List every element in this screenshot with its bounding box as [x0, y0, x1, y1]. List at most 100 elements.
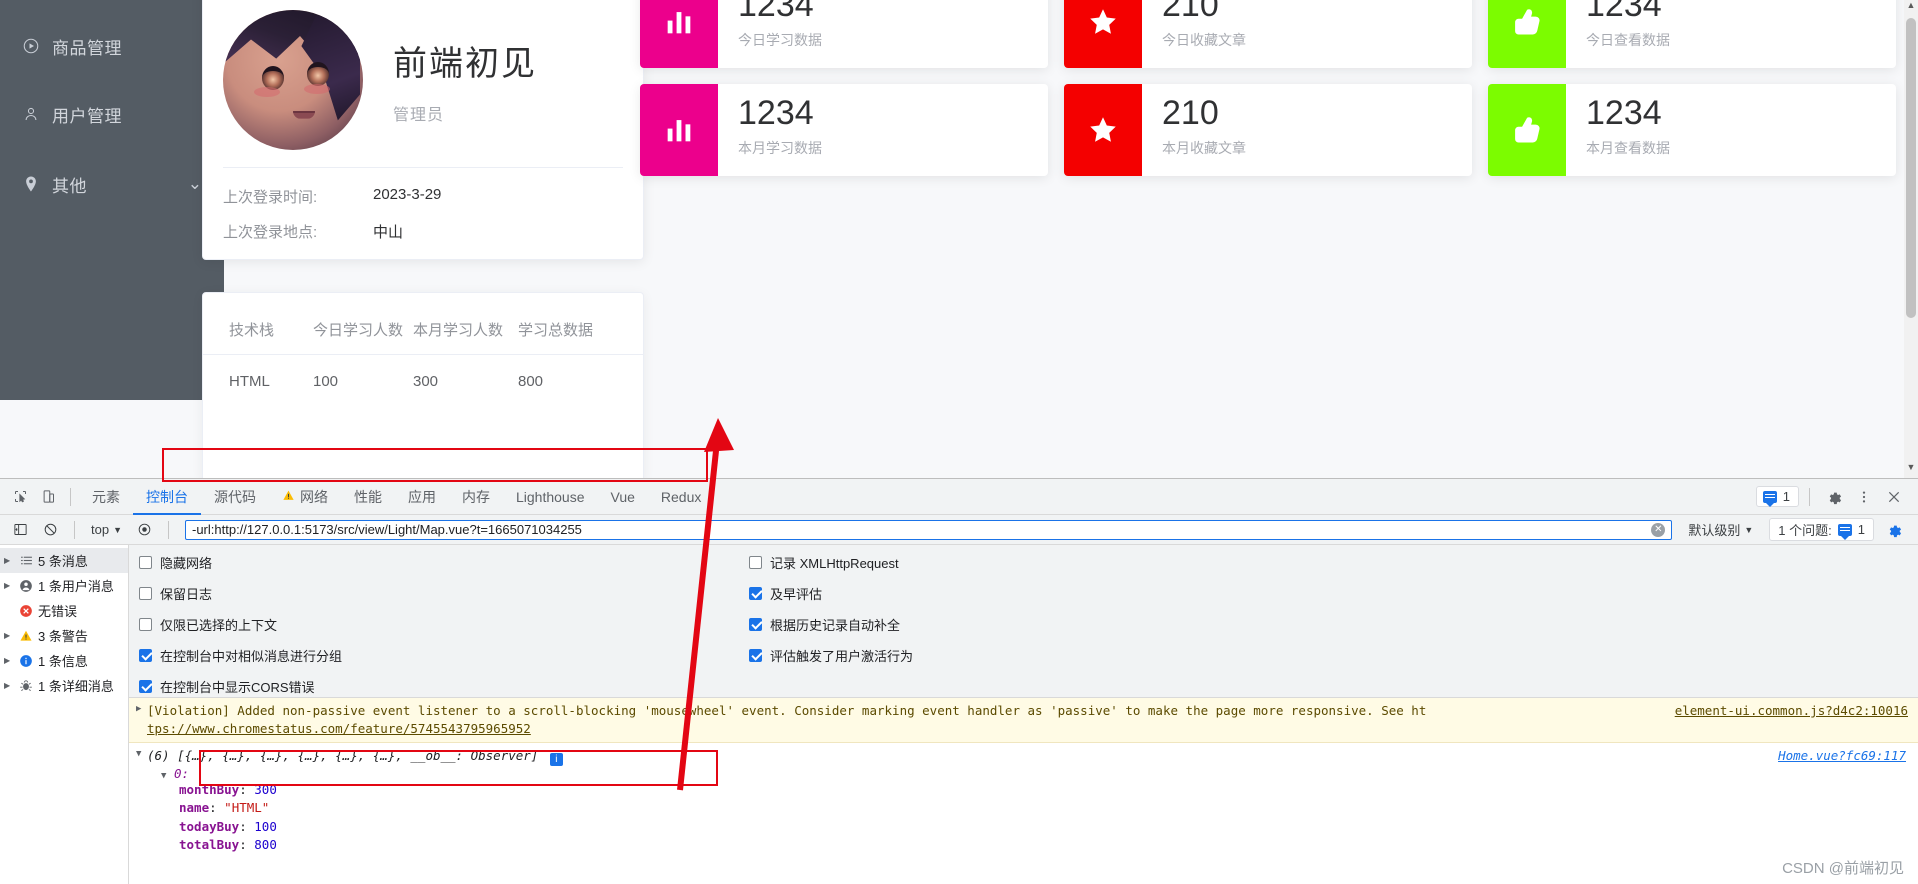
checkbox[interactable] [139, 587, 152, 600]
column-header-tech[interactable]: 技术栈 [203, 293, 313, 355]
verbose-icon [18, 678, 34, 694]
sidebar-item-warnings[interactable]: ▶ 3 条警告 [0, 623, 128, 648]
tab-elements[interactable]: 元素 [79, 479, 133, 515]
inspect-element-icon[interactable] [6, 483, 34, 511]
tab-network[interactable]: 网络 [269, 479, 341, 515]
expand-arrow-icon[interactable]: ▶ [4, 656, 14, 665]
tab-label: 性能 [354, 488, 382, 505]
warning-icon [18, 628, 34, 644]
annotation-box-console-object [199, 750, 718, 786]
close-icon[interactable] [1880, 483, 1908, 511]
tab-vue[interactable]: Vue [598, 479, 648, 515]
checkbox[interactable] [139, 649, 152, 662]
expand-arrow-icon[interactable]: ▶ [4, 681, 14, 690]
stat-card-month-favorites[interactable]: 210 本月收藏文章 [1064, 84, 1472, 176]
sidebar-item-products[interactable]: 商品管理 [0, 18, 224, 74]
tab-memory[interactable]: 内存 [449, 479, 503, 515]
scrollbar-thumb[interactable] [1906, 18, 1916, 318]
user-circle-icon [18, 578, 34, 594]
setting-eager-evaluation[interactable]: 及早评估 [749, 584, 913, 603]
sidebar-item-users[interactable]: 用户管理 [0, 86, 224, 142]
stat-card-today-views[interactable]: 1234 今日查看数据 [1488, 0, 1896, 68]
stat-card-month-study[interactable]: 1234 本月学习数据 [640, 84, 1048, 176]
stat-card-today-favorites[interactable]: 210 今日收藏文章 [1064, 0, 1472, 68]
collapse-arrow-icon[interactable]: ▼ [161, 771, 166, 781]
device-toolbar-icon[interactable] [34, 483, 62, 511]
console-settings-gear-icon[interactable] [1880, 516, 1908, 544]
setting-preserve-log[interactable]: 保留日志 [139, 584, 739, 603]
page-scrollbar[interactable]: ▲ ▼ [1904, 0, 1918, 478]
checkbox[interactable] [139, 618, 152, 631]
column-header-total[interactable]: 学习总数据 [518, 293, 643, 355]
filter-input[interactable]: -url:http://127.0.0.1:5173/src/view/Ligh… [185, 519, 1673, 540]
issues-badge[interactable]: 1 个问题: 1 [1769, 518, 1874, 541]
stat-card-today-study[interactable]: 1234 今日学习数据 [640, 0, 1048, 68]
scroll-down-arrow[interactable]: ▼ [1904, 462, 1918, 478]
sidebar-item-label: 商品管理 [52, 38, 122, 58]
setting-autocomplete-history[interactable]: 根据历史记录自动补全 [749, 615, 913, 634]
setting-log-xhr[interactable]: 记录 XMLHttpRequest [749, 553, 913, 572]
tab-application[interactable]: 应用 [395, 479, 449, 515]
bar-chart-icon [640, 84, 718, 176]
log-level-select[interactable]: 默认级别 ▼ [1680, 520, 1761, 539]
column-header-month[interactable]: 本月学习人数 [413, 293, 518, 355]
expand-arrow-icon[interactable]: ▶ [4, 631, 14, 640]
scroll-up-arrow[interactable]: ▲ [1904, 0, 1918, 16]
chevron-down-icon[interactable]: ⌄ [188, 174, 202, 194]
clear-filter-icon[interactable]: ✕ [1651, 522, 1666, 537]
sidebar-item-user-messages[interactable]: ▶ 1 条用户消息 [0, 573, 128, 598]
checkbox[interactable] [749, 556, 762, 569]
table-row[interactable]: HTML 100 300 800 [203, 355, 643, 401]
thumbs-up-icon [1488, 0, 1566, 68]
kebab-menu-icon[interactable] [1850, 483, 1878, 511]
checkbox[interactable] [139, 556, 152, 569]
violation-url-link[interactable]: tps://www.chromestatus.com/feature/57455… [147, 721, 531, 736]
checkbox[interactable] [749, 587, 762, 600]
setting-group-similar[interactable]: 在控制台中对相似消息进行分组 [139, 646, 739, 665]
console-settings-column-right: 记录 XMLHttpRequest 及早评估 根据历史记录自动补全 评估触发了用… [749, 553, 913, 687]
sidebar-item-verbose[interactable]: ▶ 1 条详细消息 [0, 673, 128, 698]
violation-source-link[interactable]: element-ui.common.js?d4c2:10016 [1675, 702, 1908, 720]
console-violation-message[interactable]: ▶ [Violation] Added non-passive event li… [129, 698, 1918, 744]
tab-label: Vue [610, 488, 635, 505]
stat-card-month-views[interactable]: 1234 本月查看数据 [1488, 84, 1896, 176]
object-source-link[interactable]: Home.vue?fc69:117 [1778, 748, 1906, 763]
console-filter-bar: top ▼ -url:http://127.0.0.1:5173/src/vie… [0, 515, 1918, 545]
sidebar-item-other[interactable]: 其他 ⌄ [0, 156, 224, 212]
checkbox[interactable] [139, 680, 152, 693]
setting-selected-context-only[interactable]: 仅限已选择的上下文 [139, 615, 739, 634]
sidebar-item-messages[interactable]: ▶ 5 条消息 [0, 548, 128, 573]
execution-context-select[interactable]: top ▼ [85, 522, 128, 537]
tab-sources[interactable]: 源代码 [201, 479, 269, 515]
tab-label: Lighthouse [516, 488, 585, 505]
message-count-badge[interactable]: 1 [1755, 486, 1799, 507]
expand-arrow-icon[interactable]: ▶ [4, 556, 14, 565]
gear-icon[interactable] [1820, 483, 1848, 511]
setting-user-activation[interactable]: 评估触发了用户激活行为 [749, 646, 913, 665]
tab-redux[interactable]: Redux [648, 479, 714, 515]
column-header-today[interactable]: 今日学习人数 [313, 293, 413, 355]
checkbox[interactable] [749, 649, 762, 662]
collapse-arrow-icon[interactable]: ▼ [136, 749, 141, 759]
setting-label: 记录 XMLHttpRequest [770, 556, 899, 571]
checkbox[interactable] [749, 618, 762, 631]
tab-performance[interactable]: 性能 [341, 479, 395, 515]
stat-value: 1234 [1586, 94, 1662, 132]
tab-lighthouse[interactable]: Lighthouse [503, 479, 598, 515]
clear-console-icon[interactable] [36, 516, 64, 544]
live-expression-icon[interactable] [130, 516, 158, 544]
issues-label: 1 个问题: [1778, 523, 1832, 538]
toggle-console-sidebar-icon[interactable] [6, 516, 34, 544]
meta-value: 中山 [373, 224, 404, 241]
sidebar-item-info[interactable]: ▶ 1 条信息 [0, 648, 128, 673]
tab-console[interactable]: 控制台 [133, 479, 201, 515]
property-value: 100 [254, 818, 277, 834]
setting-label: 及早评估 [770, 587, 823, 602]
setting-hide-network[interactable]: 隐藏网络 [139, 553, 739, 572]
tab-label: 网络 [300, 488, 328, 505]
expand-arrow-icon[interactable]: ▶ [4, 581, 14, 590]
expand-arrow-icon[interactable]: ▶ [136, 703, 141, 716]
setting-show-cors-errors[interactable]: 在控制台中显示CORS错误 [139, 677, 739, 696]
user-icon [22, 104, 48, 124]
sidebar-item-errors[interactable]: 无错误 [0, 598, 128, 623]
